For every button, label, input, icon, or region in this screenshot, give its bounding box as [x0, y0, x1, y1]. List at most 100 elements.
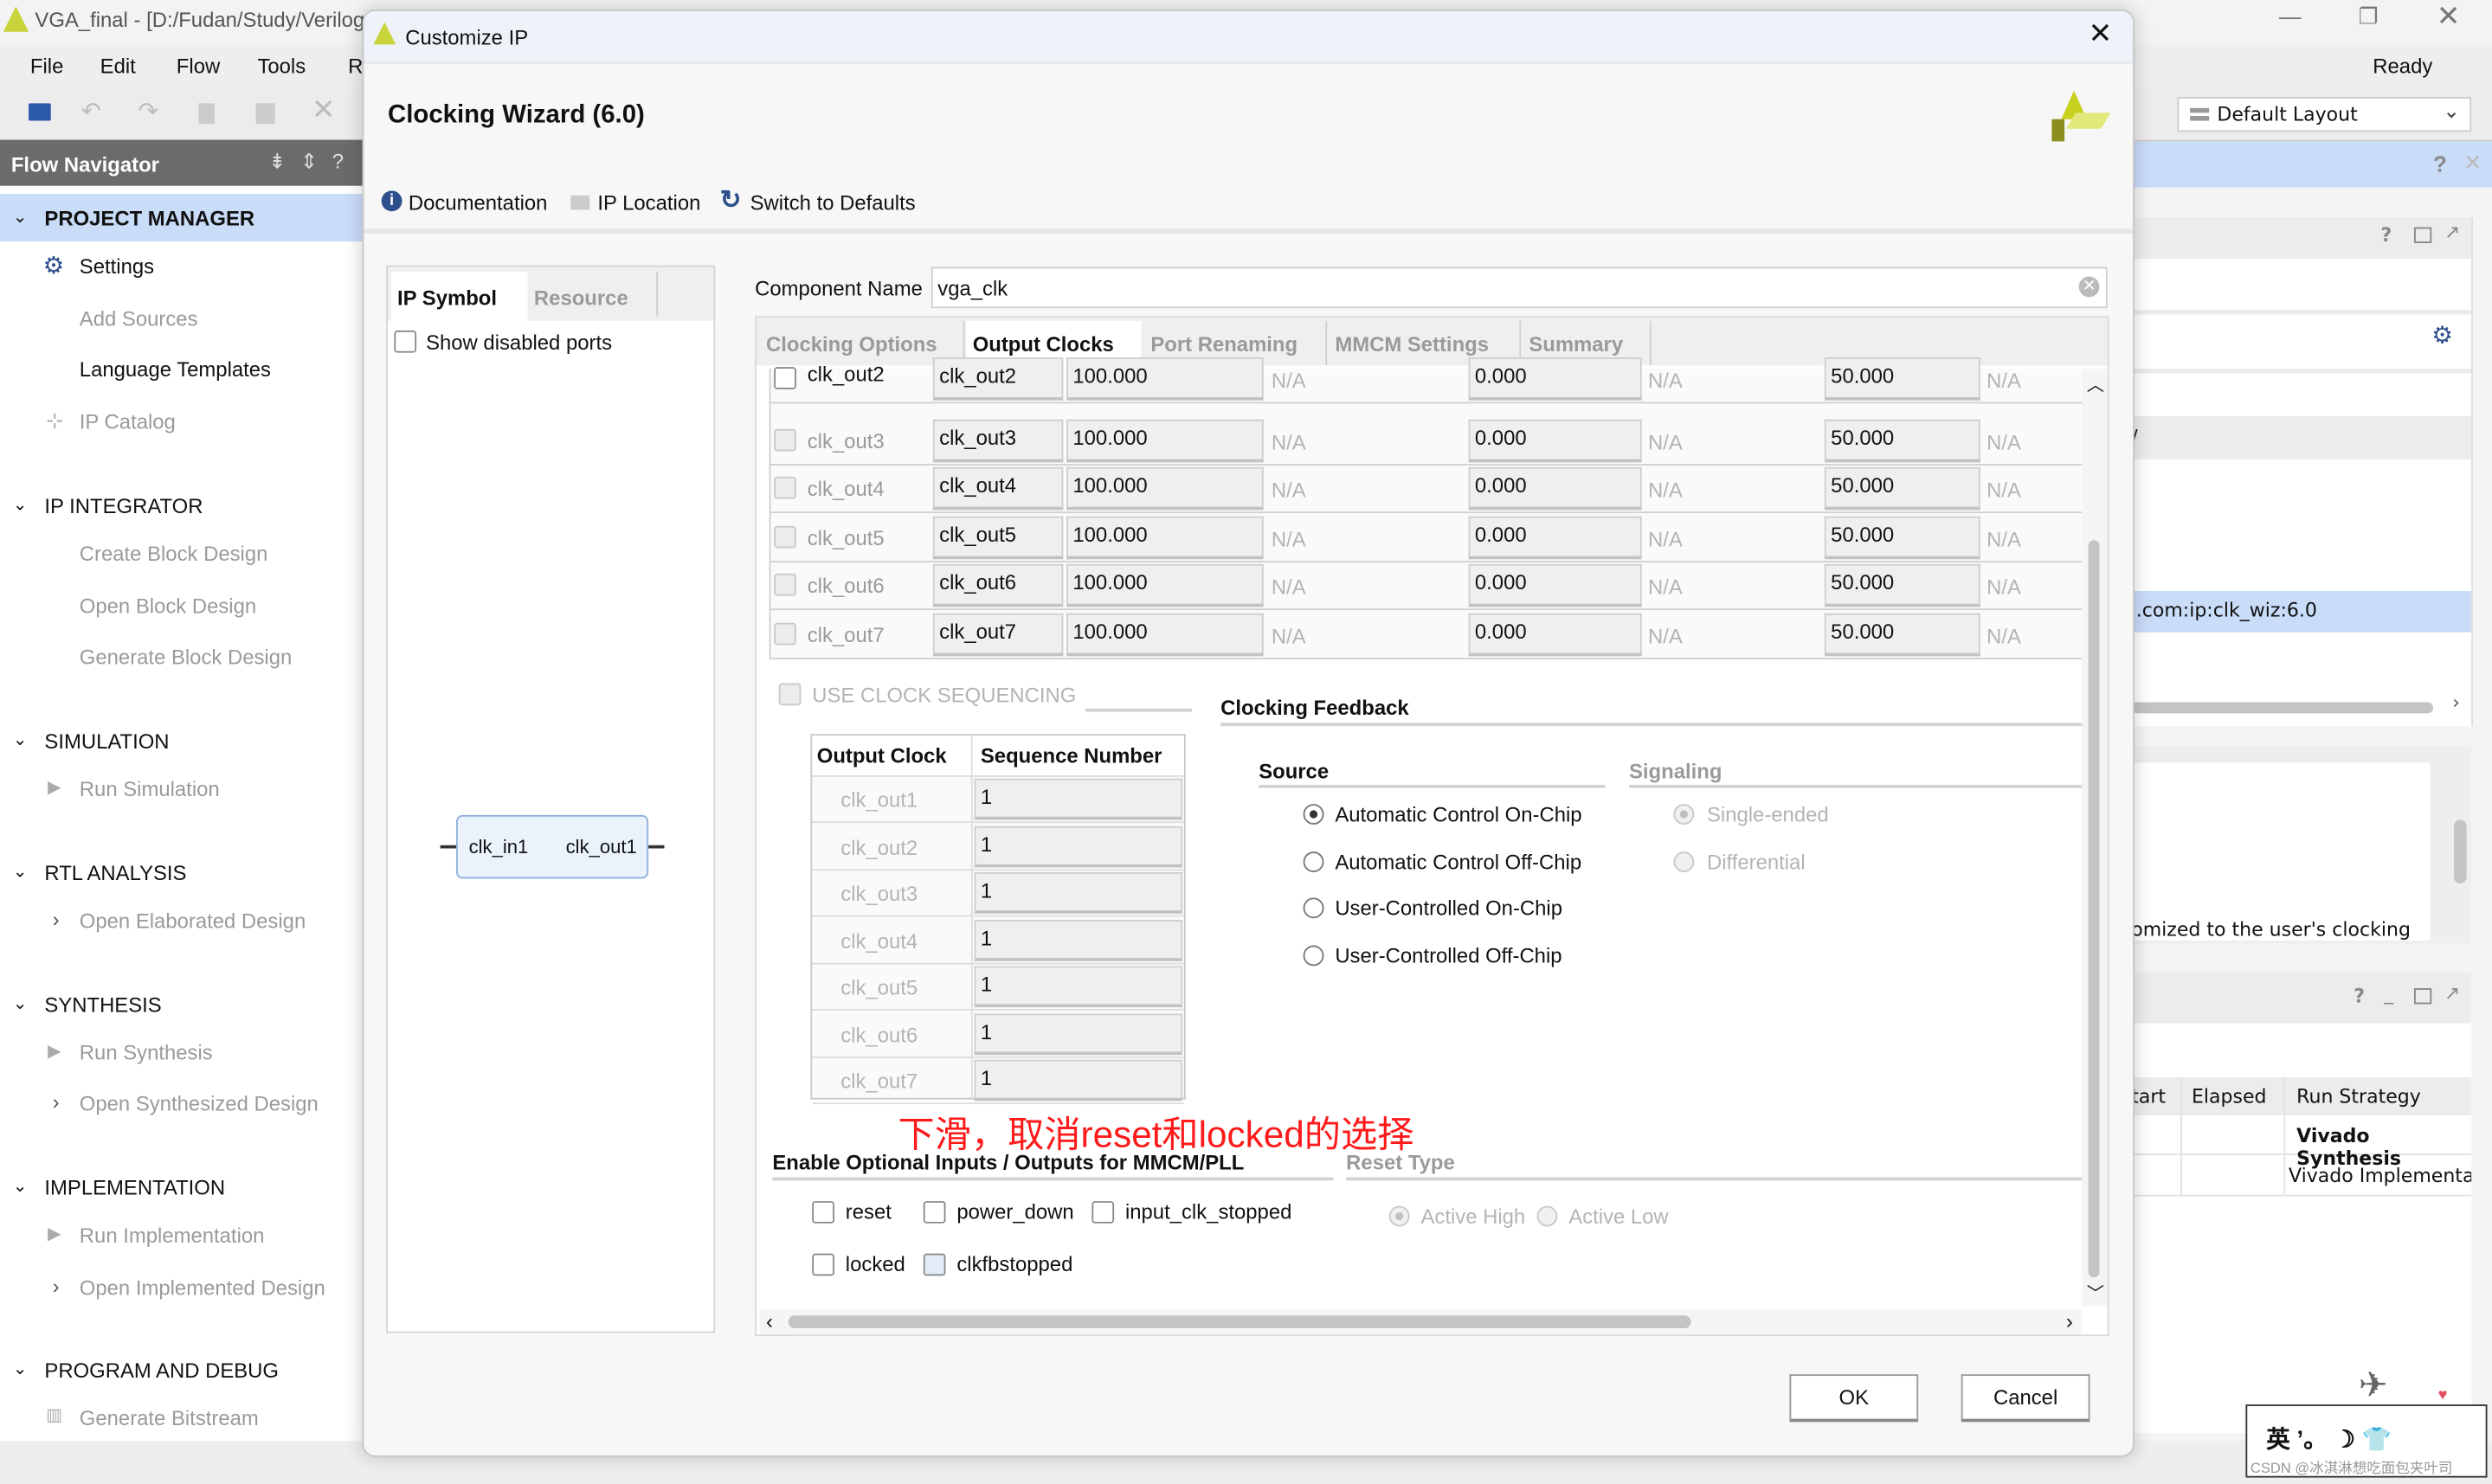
optional-port-input-clk-stopped-checkbox[interactable]: [1091, 1201, 1115, 1224]
restore-button[interactable]: ❐: [2359, 3, 2379, 30]
nav-section-ip-integrator[interactable]: IP INTEGRATOR: [44, 494, 203, 518]
clock-enable-checkbox[interactable]: [774, 427, 796, 451]
menu-reports[interactable]: R: [348, 54, 363, 78]
clock-enable-checkbox[interactable]: [774, 573, 796, 596]
phase-field[interactable]: 0.000: [1468, 418, 1642, 462]
duty-cycle-field[interactable]: 50.000: [1824, 466, 1980, 511]
minimize-button[interactable]: —: [2279, 3, 2302, 29]
nav-item-language-templates[interactable]: Language Templates: [80, 357, 271, 382]
signaling-radio[interactable]: [1673, 804, 1695, 825]
chevron-down-icon[interactable]: ⌄: [13, 1359, 28, 1379]
scroll-right-icon[interactable]: ›: [2452, 691, 2460, 714]
nav-item-run-implementation[interactable]: Run Implementation: [80, 1224, 265, 1248]
tab-resource[interactable]: Resource: [534, 286, 628, 310]
maximize-icon[interactable]: [2414, 227, 2432, 243]
clock-enable-checkbox[interactable]: [774, 524, 796, 548]
reset-active-high-radio[interactable]: [1388, 1205, 1410, 1227]
feedback-source-radio[interactable]: [1303, 897, 1324, 919]
duty-cycle-field[interactable]: 50.000: [1824, 515, 1980, 559]
nav-item-open-synthesized-design[interactable]: Open Synthesized Design: [80, 1091, 319, 1115]
menu-tools[interactable]: Tools: [257, 54, 306, 78]
ip-location-button[interactable]: IP Location: [597, 190, 700, 215]
nav-item-add-sources[interactable]: Add Sources: [80, 306, 198, 331]
duty-cycle-field[interactable]: 50.000: [1824, 418, 1980, 462]
nav-section-simulation[interactable]: SIMULATION: [44, 729, 169, 754]
copy-icon[interactable]: [198, 103, 215, 125]
output-freq-field[interactable]: 100.000: [1066, 466, 1264, 511]
run-strategy-cell[interactable]: Vivado Implementa: [2289, 1165, 2471, 1187]
optional-port-locked-checkbox[interactable]: [812, 1253, 834, 1276]
float-icon[interactable]: ↗: [2444, 221, 2460, 243]
clock-enable-checkbox[interactable]: [774, 476, 796, 499]
scroll-down-icon[interactable]: ﹀: [2087, 1281, 2104, 1306]
nav-section-rtl-analysis[interactable]: RTL ANALYSIS: [44, 861, 186, 885]
documentation-button[interactable]: Documentation: [409, 190, 548, 215]
sequence-number-field[interactable]: 1: [974, 825, 1183, 867]
port-name-field[interactable]: clk_out7: [932, 612, 1064, 656]
nav-item-generate-block-design[interactable]: Generate Block Design: [80, 645, 292, 669]
scroll-up-icon[interactable]: ︿: [2087, 372, 2104, 397]
chevron-down-icon[interactable]: ⌄: [13, 207, 28, 228]
close-icon[interactable]: ✕: [2463, 150, 2482, 177]
vertical-scrollbar[interactable]: ︿ ﹀: [2082, 368, 2108, 1307]
collapse-all-icon[interactable]: ⇟: [268, 150, 286, 175]
open-project-icon[interactable]: [29, 103, 51, 121]
nav-section-project-manager[interactable]: PROJECT MANAGER: [44, 207, 254, 231]
menu-edit[interactable]: Edit: [100, 54, 136, 78]
run-strategy-cell[interactable]: Vivado Synthesis: [2296, 1125, 2471, 1169]
sequence-number-field[interactable]: 1: [974, 966, 1183, 1008]
column-header[interactable]: Run Strategy: [2296, 1085, 2421, 1108]
nav-item-open-elaborated-design[interactable]: Open Elaborated Design: [80, 909, 306, 933]
scrollbar-thumb[interactable]: [2088, 540, 2100, 1278]
port-name-field[interactable]: clk_out6: [932, 563, 1064, 607]
clock-enable-checkbox[interactable]: [774, 367, 796, 389]
port-name-field[interactable]: clk_out3: [932, 418, 1064, 462]
minimize-icon[interactable]: _: [2384, 982, 2393, 1005]
chevron-down-icon[interactable]: ⌄: [13, 729, 28, 750]
ok-button[interactable]: OK: [1789, 1374, 1919, 1423]
chevron-down-icon[interactable]: ⌄: [13, 1176, 28, 1197]
delete-icon[interactable]: ✕: [312, 93, 336, 127]
scrollbar-thumb[interactable]: [788, 1315, 1691, 1328]
nav-item-open-implemented-design[interactable]: Open Implemented Design: [80, 1275, 325, 1300]
help-icon[interactable]: ?: [2380, 224, 2392, 247]
phase-field[interactable]: 0.000: [1468, 357, 1642, 401]
expand-all-icon[interactable]: ⇕: [300, 150, 318, 175]
help-icon[interactable]: ?: [2433, 151, 2447, 176]
port-name-field[interactable]: clk_out2: [932, 357, 1064, 401]
component-name-input[interactable]: vga_clk ✕: [930, 267, 2108, 309]
horizontal-scrollbar[interactable]: [2131, 702, 2434, 714]
nav-section-implementation[interactable]: IMPLEMENTATION: [44, 1176, 225, 1200]
nav-item-ip-catalog[interactable]: IP Catalog: [80, 410, 176, 434]
column-header[interactable]: Elapsed: [2192, 1085, 2267, 1108]
phase-field[interactable]: 0.000: [1468, 612, 1642, 656]
horizontal-scrollbar[interactable]: ‹ ›: [759, 1308, 2083, 1335]
nav-section-program-and-debug[interactable]: PROGRAM AND DEBUG: [44, 1359, 279, 1383]
phase-field[interactable]: 0.000: [1468, 466, 1642, 511]
nav-item-settings[interactable]: Settings: [80, 254, 154, 279]
phase-field[interactable]: 0.000: [1468, 515, 1642, 559]
duty-cycle-field[interactable]: 50.000: [1824, 357, 1980, 401]
help-icon[interactable]: ?: [332, 150, 344, 174]
scroll-right-icon[interactable]: ›: [2066, 1309, 2073, 1333]
nav-section-synthesis[interactable]: SYNTHESIS: [44, 993, 161, 1018]
close-window-button[interactable]: ✕: [2437, 0, 2461, 34]
port-name-field[interactable]: clk_out5: [932, 515, 1064, 559]
undo-icon[interactable]: ↶: [81, 97, 101, 125]
output-freq-field[interactable]: 100.000: [1066, 563, 1264, 607]
layout-dropdown[interactable]: Default Layout ⌄: [2177, 97, 2472, 132]
nav-item-create-block-design[interactable]: Create Block Design: [80, 542, 268, 566]
reset-active-low-radio[interactable]: [1536, 1205, 1558, 1227]
feedback-source-radio[interactable]: [1303, 804, 1324, 825]
optional-port-power-down-checkbox[interactable]: [923, 1201, 946, 1224]
output-freq-field[interactable]: 100.000: [1066, 612, 1264, 656]
chevron-down-icon[interactable]: ⌄: [13, 861, 28, 882]
float-icon[interactable]: ↗: [2444, 982, 2460, 1005]
output-freq-field[interactable]: 100.000: [1066, 515, 1264, 559]
optional-port-reset-checkbox[interactable]: [812, 1201, 834, 1224]
chevron-right-icon[interactable]: ›: [53, 1275, 60, 1299]
feedback-source-radio[interactable]: [1303, 944, 1324, 966]
menu-file[interactable]: File: [30, 54, 63, 78]
redo-icon[interactable]: ↷: [138, 97, 158, 125]
vertical-scrollbar[interactable]: [2453, 819, 2467, 883]
